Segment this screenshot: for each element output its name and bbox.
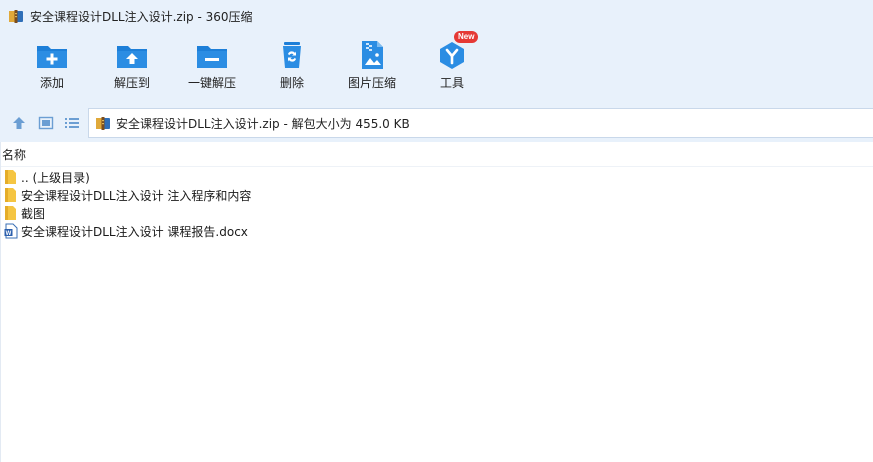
add-file-icon xyxy=(37,46,67,68)
file-name: 安全课程设计DLL注入设计 课程报告.docx xyxy=(21,224,248,239)
image-compress-label: 图片压缩 xyxy=(347,76,396,90)
address-row: 安全课程设计DLL注入设计.zip - 解包大小为 455.0 KB xyxy=(0,104,873,142)
extract-to-label: 解压到 xyxy=(113,76,150,90)
list-item-folder[interactable]: 截图 xyxy=(0,204,873,222)
svg-text:W: W xyxy=(6,231,12,237)
tools-button[interactable]: New 工具 xyxy=(412,31,492,102)
add-label: 添加 xyxy=(39,76,64,90)
address-text: 安全课程设计DLL注入设计.zip - 解包大小为 455.0 KB xyxy=(116,116,410,131)
list-item-parent-dir[interactable]: .. (上级目录) xyxy=(0,168,873,186)
file-name: .. (上级目录) xyxy=(21,170,90,185)
delete-label: 删除 xyxy=(279,76,304,90)
list-item-folder[interactable]: 安全课程设计DLL注入设计 注入程序和内容 xyxy=(0,186,873,204)
file-list: .. (上级目录) 安全课程设计DLL注入设计 注入程序和内容 截图 W 安全课… xyxy=(0,168,873,240)
main-toolbar: 添加 解压到 一键解压 删除 图片压缩 New 工具 xyxy=(0,31,873,104)
tools-icon xyxy=(440,42,464,69)
window-title: 安全课程设计DLL注入设计.zip - 360压缩 xyxy=(30,9,253,24)
up-arrow-icon[interactable] xyxy=(11,115,27,131)
file-name: 安全课程设计DLL注入设计 注入程序和内容 xyxy=(21,188,252,203)
app-window: 安全课程设计DLL注入设计.zip - 360压缩 添加 解压到 一键解压 删除… xyxy=(0,0,873,462)
header-divider xyxy=(0,166,873,167)
folder-icon xyxy=(5,170,16,184)
extract-to-button[interactable]: 解压到 xyxy=(92,32,172,102)
tools-label: 工具 xyxy=(439,76,464,90)
one-click-extract-icon xyxy=(197,46,227,68)
archive-app-icon xyxy=(9,10,23,23)
zip-archive-icon xyxy=(96,117,110,130)
delete-icon xyxy=(283,42,301,68)
list-view-icon[interactable] xyxy=(64,115,80,131)
word-document-icon: W xyxy=(4,223,18,239)
address-bar[interactable]: 安全课程设计DLL注入设计.zip - 解包大小为 455.0 KB xyxy=(88,108,873,138)
image-compress-icon xyxy=(362,41,383,69)
extract-to-icon xyxy=(117,46,147,68)
title-bar: 安全课程设计DLL注入设计.zip - 360压缩 xyxy=(0,0,873,32)
file-name: 截图 xyxy=(21,206,46,221)
delete-button[interactable]: 删除 xyxy=(252,32,332,102)
image-compress-button[interactable]: 图片压缩 xyxy=(332,32,412,102)
one-click-extract-button[interactable]: 一键解压 xyxy=(172,32,252,102)
new-badge: New xyxy=(454,31,479,43)
add-button[interactable]: 添加 xyxy=(12,32,92,102)
folder-icon xyxy=(5,188,16,202)
file-list-area: 名称 .. (上级目录) 安全课程设计DLL注入设计 注入程序和内容 截图 W … xyxy=(0,142,873,462)
list-item-file[interactable]: W 安全课程设计DLL注入设计 课程报告.docx xyxy=(0,222,873,240)
left-border xyxy=(0,142,1,462)
thumbnail-view-icon[interactable] xyxy=(38,115,54,131)
column-header-name[interactable]: 名称 xyxy=(0,146,873,164)
folder-icon xyxy=(5,206,16,220)
one-click-extract-label: 一键解压 xyxy=(187,76,236,90)
